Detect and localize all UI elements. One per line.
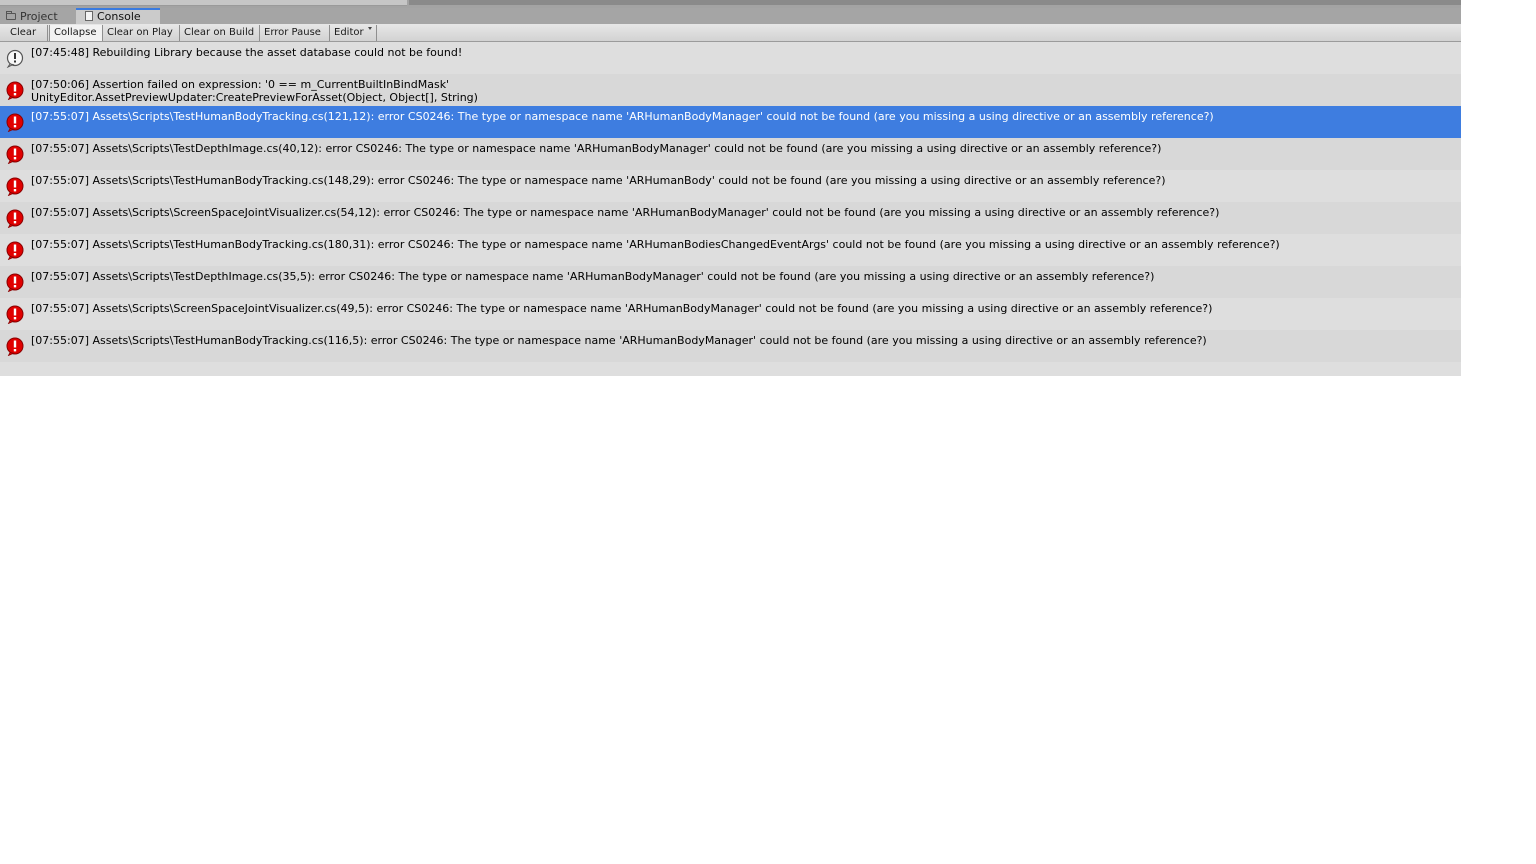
error-pause-toggle[interactable]: Error Pause — [260, 25, 330, 41]
error-icon — [6, 241, 24, 260]
log-entry[interactable]: [07:50:06] Assertion failed on expressio… — [0, 74, 1461, 106]
log-line: [07:55:07] Assets\Scripts\ScreenSpaceJoi… — [31, 302, 1213, 315]
log-message: [07:55:07] Assets\Scripts\TestDepthImage… — [31, 270, 1154, 283]
clear-button[interactable]: Clear — [6, 25, 48, 41]
log-entry[interactable]: [07:55:07] Assets\Scripts\TestHumanBodyT… — [0, 330, 1461, 362]
log-entry[interactable]: [07:45:48] Rebuilding Library because th… — [0, 42, 1461, 74]
clear-on-play-toggle[interactable]: Clear on Play — [103, 25, 180, 41]
log-message: [07:55:07] Assets\Scripts\TestDepthImage… — [31, 142, 1161, 155]
scrollbar-edge[interactable] — [409, 0, 1461, 5]
log-entry[interactable]: [07:55:07] Assets\Scripts\ScreenSpaceJoi… — [0, 202, 1461, 234]
log-line: [07:50:06] Assertion failed on expressio… — [31, 78, 450, 91]
error-icon — [6, 113, 24, 132]
warning-icon — [6, 49, 24, 68]
log-line: [07:55:07] Assets\Scripts\TestHumanBodyT… — [31, 238, 1280, 251]
error-icon — [6, 273, 24, 292]
clear-on-build-toggle[interactable]: Clear on Build — [180, 25, 260, 41]
tab-console-label: Console — [97, 10, 141, 23]
scene-view-edge — [0, 0, 407, 6]
log-line: [07:55:07] Assets\Scripts\TestDepthImage… — [31, 270, 1155, 283]
editor-dropdown[interactable]: Editor — [330, 25, 377, 41]
log-message: [07:55:07] Assets\Scripts\ScreenSpaceJoi… — [31, 302, 1212, 315]
log-line: [07:55:07] Assets\Scripts\TestHumanBodyT… — [31, 334, 1207, 347]
error-icon — [6, 337, 24, 356]
log-message: [07:45:48] Rebuilding Library because th… — [31, 46, 462, 59]
log-entry[interactable]: [07:55:07] Assets\Scripts\TestDepthImage… — [0, 138, 1461, 170]
console-icon — [85, 11, 93, 21]
log-message: [07:55:07] Assets\Scripts\TestHumanBodyT… — [31, 334, 1207, 347]
error-icon — [6, 81, 24, 100]
folder-icon — [6, 10, 16, 20]
console-toolbar: Clear Collapse Clear on Play Clear on Bu… — [0, 24, 1461, 42]
log-entry[interactable]: [07:55:07] Assets\Scripts\TestHumanBodyT… — [0, 170, 1461, 202]
tab-bar: Project Console — [0, 8, 1461, 24]
collapse-toggle[interactable]: Collapse — [49, 25, 103, 41]
log-stack-line: UnityEditor.AssetPreviewUpdater:CreatePr… — [31, 91, 478, 104]
log-line: [07:45:48] Rebuilding Library because th… — [31, 46, 463, 59]
error-icon — [6, 177, 24, 196]
log-message: [07:55:07] Assets\Scripts\TestHumanBodyT… — [31, 174, 1166, 187]
error-icon — [6, 305, 24, 324]
tab-project-label: Project — [20, 10, 58, 23]
error-icon — [6, 145, 24, 164]
log-message: [07:55:07] Assets\Scripts\ScreenSpaceJoi… — [31, 206, 1219, 219]
tab-project[interactable]: Project — [0, 8, 76, 24]
log-line: [07:55:07] Assets\Scripts\TestHumanBodyT… — [31, 110, 1214, 123]
log-line: [07:55:07] Assets\Scripts\TestHumanBodyT… — [31, 174, 1166, 187]
error-icon — [6, 209, 24, 228]
log-line: [07:55:07] Assets\Scripts\ScreenSpaceJoi… — [31, 206, 1220, 219]
log-entry[interactable]: [07:55:07] Assets\Scripts\TestHumanBodyT… — [0, 106, 1461, 138]
chevron-down-icon — [367, 26, 372, 30]
editor-dropdown-label: Editor — [334, 27, 364, 38]
log-list: [07:45:48] Rebuilding Library because th… — [0, 42, 1461, 362]
log-line: [07:55:07] Assets\Scripts\TestDepthImage… — [31, 142, 1162, 155]
log-message: [07:55:07] Assets\Scripts\TestHumanBodyT… — [31, 110, 1214, 123]
log-entry[interactable]: [07:55:07] Assets\Scripts\ScreenSpaceJoi… — [0, 298, 1461, 330]
console-window: Project Console Clear Collapse Clear on … — [0, 0, 1461, 376]
log-message: [07:55:07] Assets\Scripts\TestHumanBodyT… — [31, 238, 1280, 251]
log-message: [07:50:06] Assertion failed on expressio… — [31, 78, 478, 104]
tab-console[interactable]: Console — [76, 8, 160, 24]
log-entry[interactable]: [07:55:07] Assets\Scripts\TestDepthImage… — [0, 266, 1461, 298]
top-strip — [0, 0, 1461, 8]
log-entry[interactable]: [07:55:07] Assets\Scripts\TestHumanBodyT… — [0, 234, 1461, 266]
